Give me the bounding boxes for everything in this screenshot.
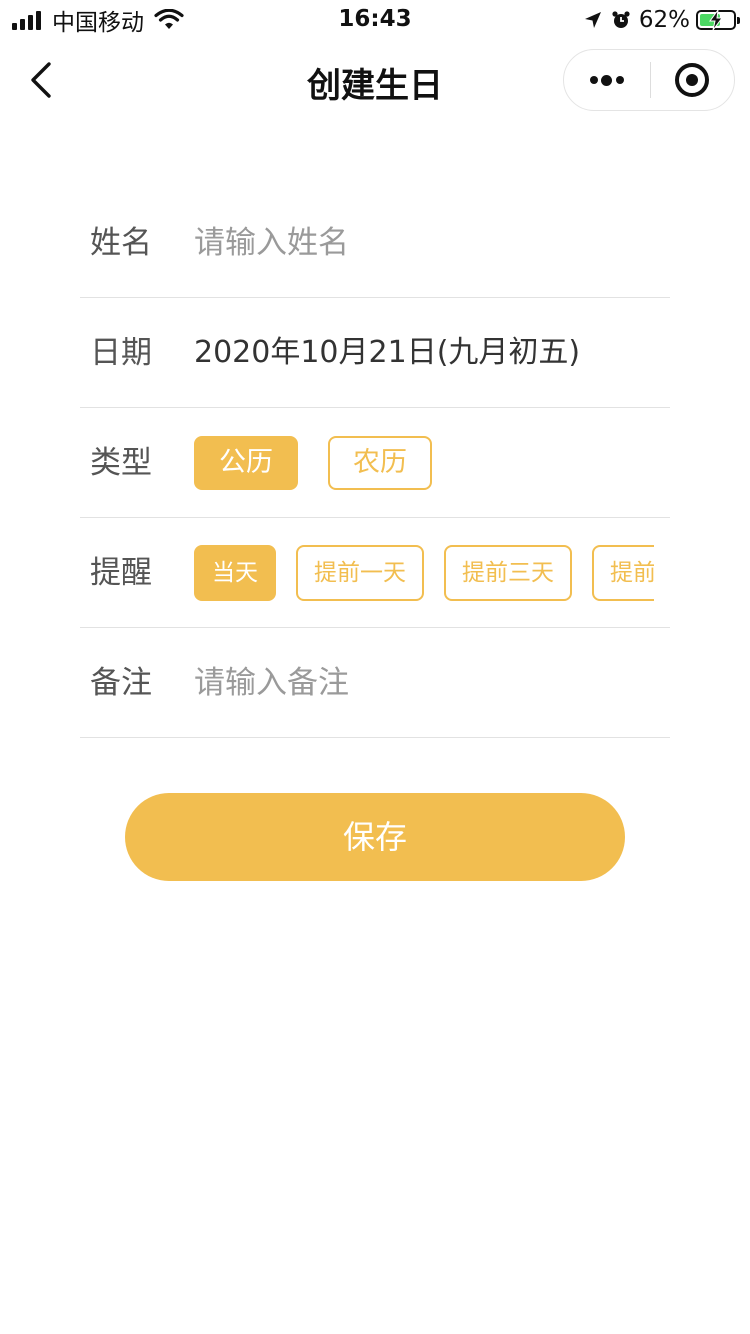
page: 中国移动 16:43 62% 创建生日 姓名 请输入姓名 日期 2020年10月… [0, 0, 750, 1334]
save-button[interactable]: 保存 [125, 793, 625, 881]
birthday-form: 姓名 日期 2020年10月21日(九月初五) 类型 公历 农历 提醒 当天 提… [80, 188, 670, 738]
remind-option-same-day[interactable]: 当天 [194, 545, 276, 601]
note-row: 备注 [80, 628, 670, 738]
date-picker[interactable]: 2020年10月21日(九月初五) [194, 298, 580, 408]
battery-percent: 62% [638, 7, 690, 33]
type-option-lunar[interactable]: 农历 [328, 436, 432, 490]
name-label: 姓名 [90, 225, 152, 261]
note-input[interactable] [194, 658, 654, 708]
type-option-solar[interactable]: 公历 [194, 436, 298, 490]
more-dots-icon[interactable] [564, 50, 650, 110]
close-target-icon[interactable] [651, 50, 735, 110]
type-row: 类型 公历 农历 [80, 408, 670, 518]
remind-option-three-days-before[interactable]: 提前三天 [444, 545, 572, 601]
date-label: 日期 [90, 335, 152, 371]
status-bar: 中国移动 16:43 62% [0, 0, 750, 40]
remind-row: 提醒 当天 提前一天 提前三天 提前一周 [80, 518, 670, 628]
remind-options: 当天 提前一天 提前三天 提前一周 [194, 518, 654, 628]
location-arrow-icon [584, 12, 601, 28]
date-row: 日期 2020年10月21日(九月初五) [80, 298, 670, 408]
type-options: 公历 农历 [194, 408, 654, 518]
type-label: 类型 [90, 445, 152, 481]
remind-option-one-week-before[interactable]: 提前一周 [592, 545, 654, 601]
mini-program-capsule [563, 49, 735, 111]
name-input[interactable] [194, 218, 654, 268]
nav-bar: 创建生日 [0, 44, 750, 116]
name-row: 姓名 [80, 188, 670, 298]
remind-option-one-day-before[interactable]: 提前一天 [296, 545, 424, 601]
alarm-icon [612, 11, 630, 28]
status-right: 62% [583, 6, 740, 34]
note-label: 备注 [90, 665, 152, 701]
battery-charging-icon [696, 10, 740, 30]
remind-label: 提醒 [90, 555, 152, 591]
